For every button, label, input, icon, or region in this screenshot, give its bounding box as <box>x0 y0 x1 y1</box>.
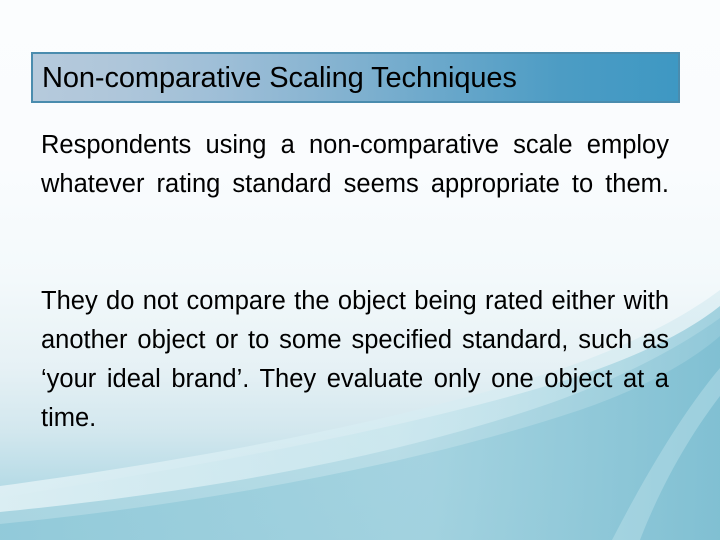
slide-title-box: Non-comparative Scaling Techniques <box>31 52 680 103</box>
slide-body-content: Respondents using a non-comparative scal… <box>41 126 669 477</box>
slide-canvas: Non-comparative Scaling Techniques Respo… <box>0 0 720 540</box>
page-title: Non-comparative Scaling Techniques <box>42 61 517 94</box>
body-paragraph-1: Respondents using a non-comparative scal… <box>41 131 669 198</box>
body-paragraph-2: They do not compare the object being rat… <box>41 287 669 432</box>
